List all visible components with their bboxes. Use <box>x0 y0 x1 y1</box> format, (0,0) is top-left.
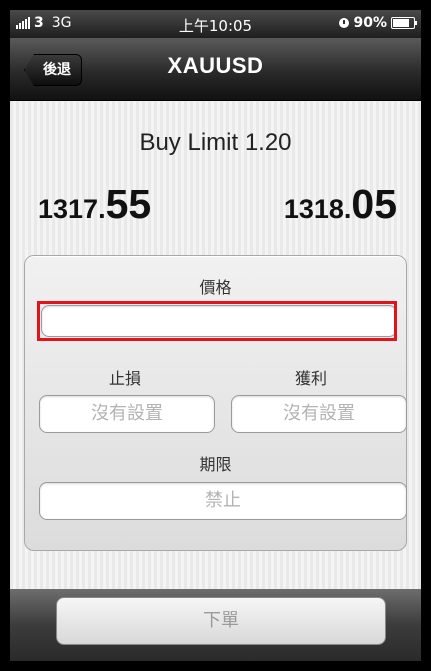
stop-loss-field[interactable]: 沒有設置 <box>39 395 215 433</box>
order-type-label: Buy Limit 1.20 <box>139 129 292 156</box>
battery-percent: 90% <box>353 15 387 31</box>
ask-price-pips: 05 <box>351 181 397 227</box>
take-profit-field[interactable]: 沒有設置 <box>231 395 407 433</box>
bid-price-pips: 55 <box>105 181 152 227</box>
bid-price: 1317.55 <box>38 181 151 228</box>
status-bar: 3 3G 上午10:05 90% <box>10 10 421 38</box>
ask-price: 1318.05 <box>284 181 397 228</box>
status-right: 90% <box>339 15 417 31</box>
bottom-toolbar: 下單 <box>10 589 421 661</box>
price-input-highlight <box>37 301 397 341</box>
take-profit-label: 獲利 <box>294 369 327 388</box>
expiry-field[interactable]: 禁止 <box>39 482 407 520</box>
order-content: Buy Limit 1.20 1317.55 1318.05 價格 止損 獲利 … <box>10 101 421 589</box>
ask-price-main: 1318. <box>283 194 352 224</box>
alarm-clock-icon <box>339 18 350 28</box>
bid-price-main: 1317. <box>38 194 106 224</box>
stop-loss-label: 止損 <box>108 369 141 388</box>
place-order-button[interactable]: 下單 <box>56 597 386 645</box>
order-form-panel: 價格 止損 獲利 沒有設置 沒有設置 期限 禁止 <box>24 255 407 551</box>
page-title: XAUUSD <box>167 53 264 78</box>
battery-icon <box>391 17 417 29</box>
navigation-bar: 後退 XAUUSD <box>10 38 421 101</box>
expiry-label: 期限 <box>199 455 232 474</box>
price-label: 價格 <box>199 278 232 297</box>
phone-screen: 3 3G 上午10:05 90% 後退 XAUUSD Buy Limit 1.2… <box>10 10 421 661</box>
